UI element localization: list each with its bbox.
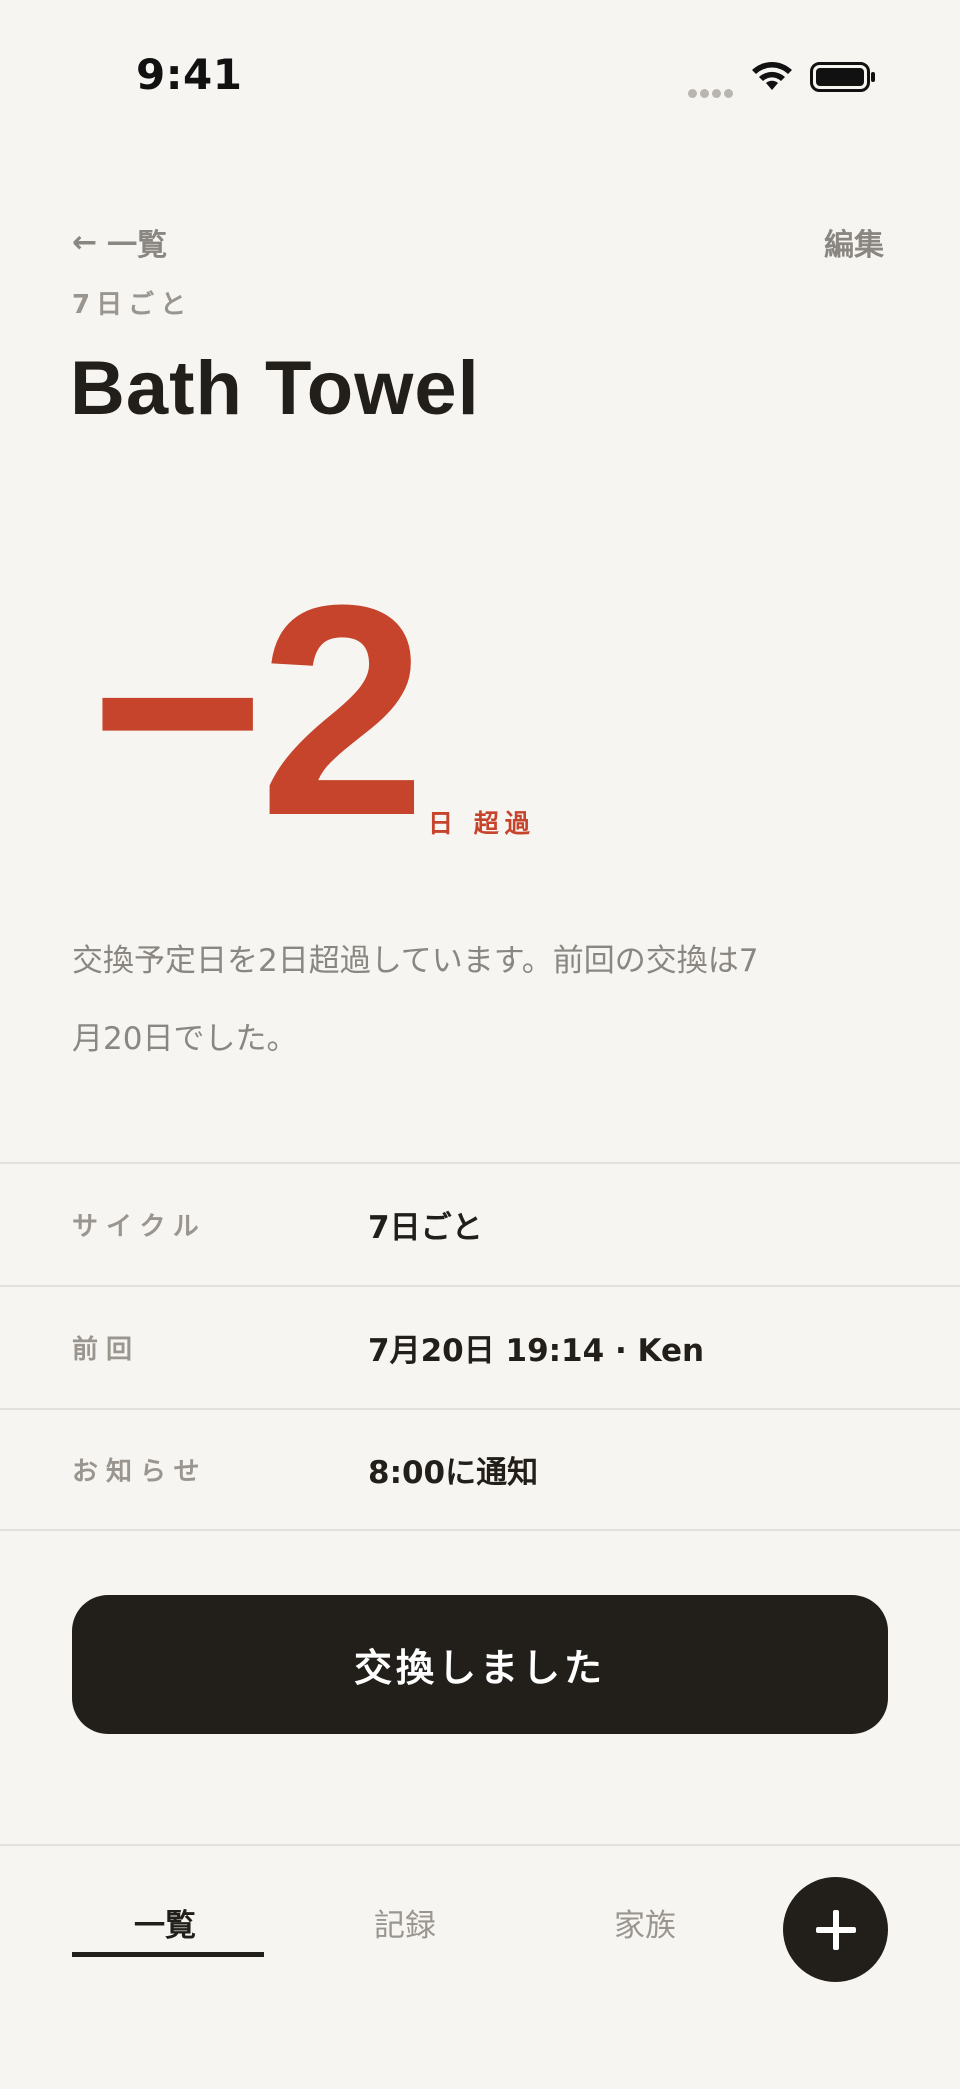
tab-history[interactable]: 記録 xyxy=(374,1900,436,1945)
detail-row-last: 前回 7月20日 19:14 · Ken xyxy=(0,1285,960,1408)
tab-family[interactable]: 家族 xyxy=(614,1900,676,1945)
detail-value: 7月20日 19:14 · Ken xyxy=(368,1333,705,1369)
back-arrow-icon: ← xyxy=(72,224,98,260)
detail-value: 7日ごと xyxy=(368,1210,483,1246)
back-button[interactable]: ← 一覧 xyxy=(72,220,167,264)
tab-list[interactable]: 一覧 xyxy=(134,1900,196,1945)
cycle-caption: 7日ごと xyxy=(72,290,193,320)
back-label: 一覧 xyxy=(107,228,168,263)
details-list: サイクル 7日ごと 前回 7月20日 19:14 · Ken お知らせ 8:00… xyxy=(0,1162,960,1531)
days-overdue-unit: 日 超過 xyxy=(428,809,536,838)
detail-label: 前回 xyxy=(72,1335,141,1365)
detail-row-notification[interactable]: お知らせ 8:00に通知 xyxy=(0,1408,960,1531)
plus-icon xyxy=(815,1909,856,1950)
edit-button[interactable]: 編集 xyxy=(824,220,884,264)
item-title: Bath Towel xyxy=(70,346,480,431)
detail-label: サイクル xyxy=(72,1212,207,1242)
cellular-signal-icon xyxy=(688,83,738,98)
active-tab-indicator xyxy=(72,1952,264,1957)
battery-icon xyxy=(810,62,875,92)
mark-replaced-button[interactable]: 交換しました xyxy=(72,1595,888,1734)
detail-value: 8:00に通知 xyxy=(368,1455,539,1491)
days-overdue-value: −2 xyxy=(90,542,426,878)
detail-row-cycle: サイクル 7日ごと xyxy=(0,1162,960,1285)
status-time: 9:41 xyxy=(136,50,243,99)
wifi-icon xyxy=(752,62,792,90)
add-button[interactable] xyxy=(783,1877,888,1982)
status-description: 交換予定日を2日超過しています。前回の交換は7月20日でした。 xyxy=(72,943,759,1057)
detail-label: お知らせ xyxy=(72,1457,208,1487)
